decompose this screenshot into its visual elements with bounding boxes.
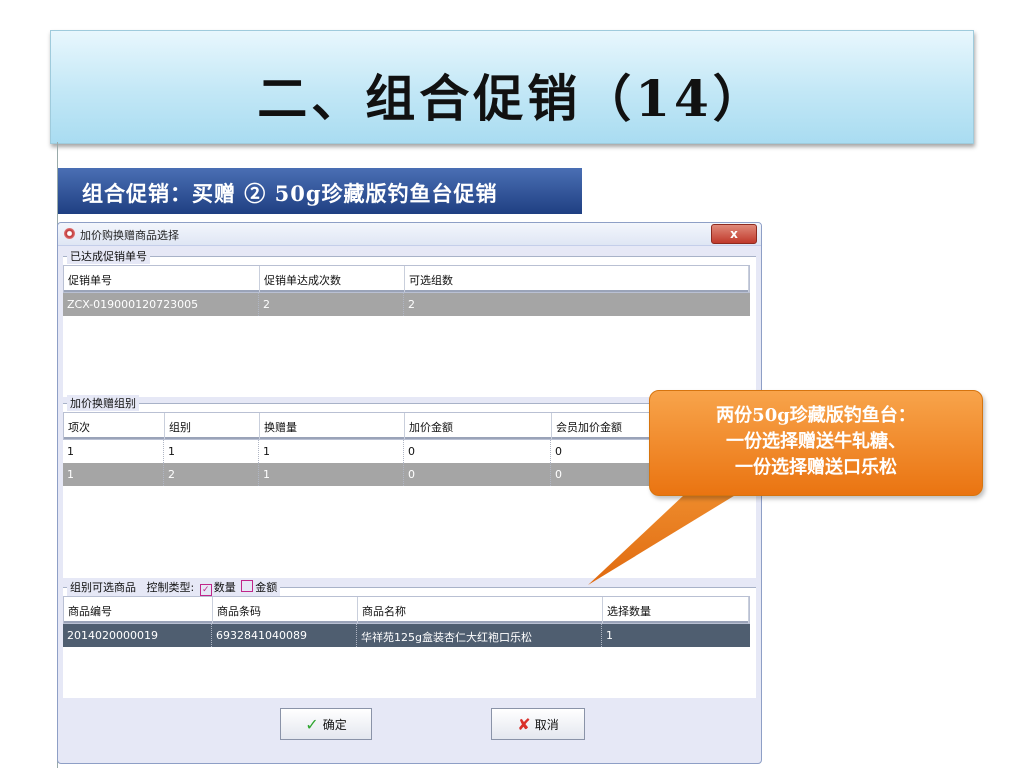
callout-line: 一份选择赠送牛轧糖、: [726, 431, 906, 452]
callout-pointer: [588, 480, 760, 585]
callout-line: 一份选择赠送口乐松: [735, 457, 897, 478]
annotation-callout: 两份50g珍藏版钓鱼台： 一份选择赠送牛轧糖、 一份选择赠送口乐松: [649, 390, 983, 496]
callout-line: 两份50g珍藏版钓鱼台：: [716, 405, 916, 426]
